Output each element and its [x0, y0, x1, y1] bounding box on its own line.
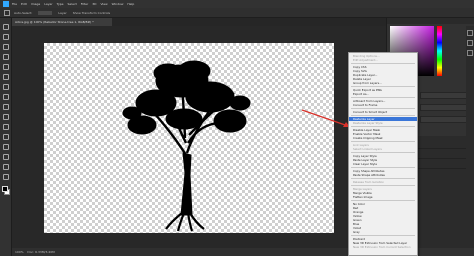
menu-separator: [351, 126, 415, 127]
menu-view[interactable]: View: [100, 0, 107, 8]
menu-separator: [351, 152, 415, 153]
menu-image[interactable]: Image: [31, 0, 40, 8]
layer-select-dropdown[interactable]: [38, 10, 53, 15]
lasso-icon: [3, 44, 9, 50]
properties-panel-icon[interactable]: [467, 40, 473, 46]
move-tool-icon[interactable]: [4, 9, 10, 16]
marquee-icon: [3, 34, 9, 40]
photoshop-logo-icon: [3, 1, 9, 7]
menu-bar: File Edit Image Layer Type Select Filter…: [0, 0, 474, 8]
type-tool[interactable]: [3, 164, 9, 170]
context-menu-item[interactable]: Export As...: [349, 92, 417, 96]
context-menu-item[interactable]: Clear Layer Style: [349, 162, 417, 166]
history-brush-icon: [3, 114, 9, 120]
menu-separator: [351, 108, 415, 109]
menu-separator: [351, 63, 415, 64]
tree-silhouette: [122, 60, 251, 232]
menu-separator: [351, 167, 415, 168]
marquee-tool[interactable]: [3, 34, 9, 40]
brush-icon: [3, 94, 9, 100]
hand-icon: [3, 174, 9, 180]
document-canvas[interactable]: [44, 43, 334, 233]
layer-context-menu: Blending Options... Edit Adjustment... Cop…: [348, 52, 418, 256]
eraser-icon: [3, 124, 9, 130]
pen-icon: [3, 154, 9, 160]
gradient-tool[interactable]: [3, 134, 9, 140]
lasso-tool[interactable]: [3, 44, 9, 50]
show-transform-controls[interactable]: Show Transform Controls: [73, 11, 110, 15]
zoom-level[interactable]: 100%: [15, 250, 24, 254]
auto-select-label[interactable]: Auto-Select:: [14, 11, 32, 15]
menu-file[interactable]: File: [12, 0, 17, 8]
menu-help[interactable]: Help: [127, 0, 134, 8]
options-bar: Auto-Select: Layer Show Transform Contro…: [0, 8, 474, 18]
eyedropper-icon: [3, 74, 9, 80]
crop-tool[interactable]: [3, 64, 9, 70]
context-menu-item: Rasterize Layer Style: [353, 121, 383, 125]
opacity-row[interactable]: [420, 116, 472, 123]
context-menu-item[interactable]: Create Clipping Mask: [349, 136, 417, 140]
eraser-tool[interactable]: [3, 124, 9, 130]
hue-slider[interactable]: [437, 26, 442, 76]
menu-separator: [351, 97, 415, 98]
history-panel-icon[interactable]: [467, 30, 473, 36]
menu-separator: [351, 185, 415, 186]
crop-icon: [3, 64, 9, 70]
dodge-icon: [3, 144, 9, 150]
move-tool[interactable]: [3, 24, 9, 30]
layer-option-label: Layer: [58, 10, 67, 15]
stamp-tool[interactable]: [3, 104, 9, 110]
foreground-color-swatch[interactable]: [2, 186, 8, 192]
menu-3d[interactable]: 3D: [92, 0, 96, 8]
menu-separator: [351, 141, 415, 142]
panel-icon-strip: [466, 26, 474, 248]
dodge-tool[interactable]: [3, 144, 9, 150]
context-menu-item[interactable]: Convert to Smart Object: [349, 110, 417, 114]
healing-tool[interactable]: [3, 84, 9, 90]
document-info: Doc: 6.33M/3.40M: [27, 250, 55, 254]
eyedropper-tool[interactable]: [3, 74, 9, 80]
menu-separator: [351, 178, 415, 179]
menu-window[interactable]: Window: [112, 0, 124, 8]
quick-select-tool[interactable]: [3, 54, 9, 60]
history-brush-tool[interactable]: [3, 114, 9, 120]
menu-select[interactable]: Select: [68, 0, 77, 8]
quick-select-icon: [3, 54, 9, 60]
context-menu-item[interactable]: Gray: [349, 230, 417, 234]
color-panel-tabs[interactable]: [387, 18, 474, 24]
stamp-icon: [3, 104, 9, 110]
status-bar: 100% Doc: 6.33M/3.40M: [12, 248, 386, 256]
move-icon: [3, 24, 9, 30]
menu-filter[interactable]: Filter: [81, 0, 88, 8]
document-tab[interactable]: Arbre.jpg @ 100% (Rebellor Stone-tree 1,…: [12, 18, 112, 26]
annotation-arrow: [301, 109, 350, 127]
properties-row[interactable]: [420, 92, 472, 99]
tools-panel: [0, 18, 12, 256]
type-icon: [3, 164, 9, 170]
healing-icon: [3, 84, 9, 90]
context-menu-item[interactable]: Paste Shape Attributes: [349, 173, 417, 177]
channels-panel-icon[interactable]: [467, 50, 473, 56]
context-menu-item[interactable]: Flatten Image: [349, 195, 417, 199]
menu-separator: [351, 115, 415, 116]
context-menu-item[interactable]: Group from Layers...: [349, 81, 417, 85]
context-menu-item: Release from Isolation: [353, 180, 385, 184]
pen-tool[interactable]: [3, 154, 9, 160]
context-menu-item[interactable]: Convert to Frame: [349, 103, 417, 107]
menu-separator: [351, 235, 415, 236]
context-menu-item: Edit Adjustment...: [353, 58, 379, 62]
menu-separator: [351, 200, 415, 201]
menu-edit[interactable]: Edit: [21, 0, 27, 8]
brush-tool[interactable]: [3, 94, 9, 100]
context-menu-item: New 3D Extrusion from Current Selection: [353, 245, 411, 249]
menu-type[interactable]: Type: [57, 0, 64, 8]
context-menu-item: Select Linked Layers: [353, 147, 382, 151]
adjustments-row[interactable]: [420, 104, 472, 111]
menu-layer[interactable]: Layer: [44, 0, 52, 8]
gradient-icon: [3, 134, 9, 140]
workspace: [12, 26, 386, 248]
menu-separator: [351, 86, 415, 87]
hand-tool[interactable]: [3, 174, 9, 180]
